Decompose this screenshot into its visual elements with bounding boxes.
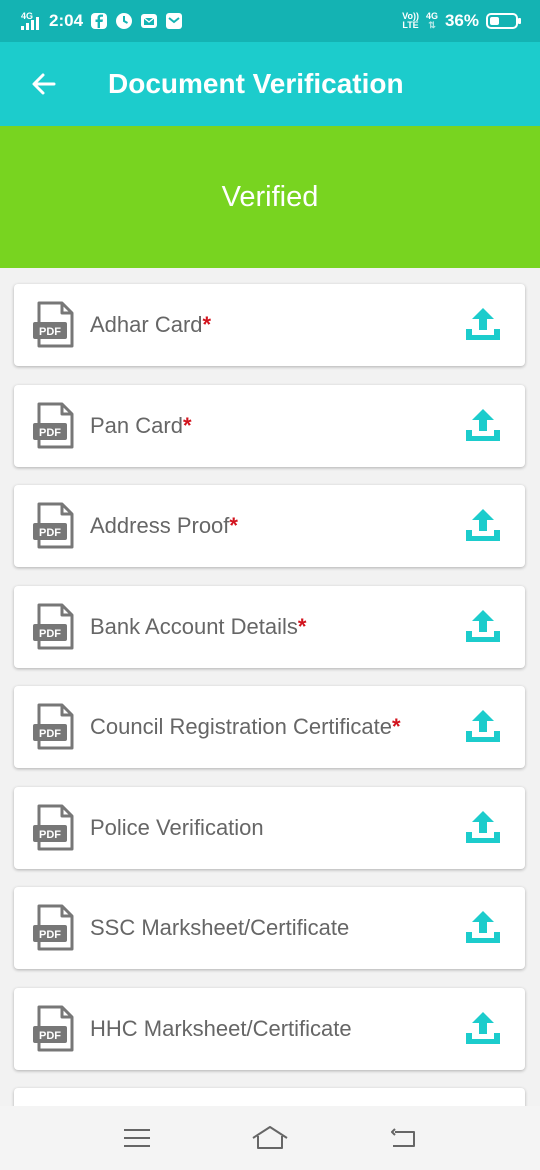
pdf-badge-label: PDF bbox=[39, 1030, 61, 1042]
app-bar: Document Verification bbox=[0, 42, 540, 126]
document-name: Council Registration Certificate bbox=[90, 714, 393, 739]
document-name: Address Proof bbox=[90, 513, 230, 538]
required-marker: * bbox=[202, 312, 212, 337]
required-marker: * bbox=[182, 412, 192, 438]
document-label: SSC Marksheet/Certificate bbox=[90, 915, 461, 941]
document-name: SSC Marksheet/Certificate bbox=[90, 915, 350, 940]
back-nav-button[interactable] bbox=[373, 1113, 433, 1163]
battery-percent: 36% bbox=[444, 11, 479, 30]
pdf-badge-label: PDF bbox=[39, 929, 61, 941]
pdf-badge-label: PDF bbox=[39, 628, 61, 640]
required-marker: * bbox=[392, 714, 401, 739]
data-arrows-icon: ⇅ bbox=[428, 20, 436, 30]
menu-icon bbox=[123, 1129, 150, 1147]
upload-button[interactable] bbox=[461, 806, 505, 850]
upload-icon bbox=[466, 911, 500, 943]
pdf-badge-label: PDF bbox=[39, 728, 61, 740]
upload-button[interactable] bbox=[461, 705, 505, 749]
upload-button[interactable] bbox=[461, 1007, 505, 1051]
upload-icon bbox=[466, 710, 500, 742]
arrow-left-icon bbox=[32, 73, 56, 95]
document-name: Pan Card bbox=[90, 412, 183, 438]
home-button[interactable] bbox=[240, 1113, 300, 1163]
clock-icon bbox=[115, 12, 133, 30]
upload-icon bbox=[466, 509, 500, 541]
required-marker: * bbox=[229, 513, 238, 538]
status-right: Vo)) LTE 4G ⇅ 36% bbox=[402, 11, 522, 31]
document-card[interactable]: PDF Address Proof* bbox=[14, 485, 525, 567]
document-list: PDF Adhar Card* PDF Pan Card* PDF Address Pro… bbox=[0, 268, 540, 1106]
upload-icon bbox=[466, 408, 500, 441]
document-label: Adhar Card* bbox=[90, 312, 461, 338]
pdf-file-icon: PDF bbox=[33, 502, 74, 549]
back-button[interactable] bbox=[14, 54, 74, 114]
volte-icon: Vo)) LTE bbox=[402, 12, 419, 30]
upload-button[interactable] bbox=[461, 303, 505, 347]
document-card[interactable]: PDF Council Registration Certificate* bbox=[14, 686, 525, 768]
signal-icon: 4G bbox=[20, 10, 42, 32]
upload-button[interactable] bbox=[461, 504, 505, 548]
document-card[interactable]: PDF HHC Marksheet/Certificate bbox=[14, 987, 525, 1070]
document-name: Bank Account Details bbox=[90, 613, 298, 639]
pdf-file-icon: PDF bbox=[33, 804, 74, 850]
pdf-badge-label: PDF bbox=[39, 326, 61, 338]
document-label: Pan Card* bbox=[90, 413, 461, 439]
pdf-file-icon: PDF bbox=[33, 1005, 74, 1051]
document-card[interactable]: PDF SSC Marksheet/Certificate bbox=[14, 887, 525, 969]
document-card[interactable]: PDF Pan Card* bbox=[14, 384, 525, 467]
pdf-badge-label: PDF bbox=[39, 427, 61, 439]
battery-icon bbox=[486, 12, 522, 30]
document-name: Police Verification bbox=[90, 814, 264, 840]
required-marker: * bbox=[297, 613, 307, 639]
home-icon bbox=[252, 1126, 288, 1149]
status-left: 4G 2:04 bbox=[20, 10, 183, 32]
pdf-file-icon: PDF bbox=[33, 603, 74, 649]
upload-icon bbox=[466, 609, 500, 642]
document-card[interactable]: PDF Adhar Card* bbox=[14, 284, 525, 366]
verification-status-banner: Verified bbox=[0, 126, 540, 268]
status-bar: 4G 2:04 Vo)) LTE 4G ⇅ 36% bbox=[0, 0, 540, 42]
network-type-label: 4G bbox=[21, 11, 33, 21]
document-name: HHC Marksheet/Certificate bbox=[90, 1015, 352, 1041]
back-icon bbox=[391, 1128, 416, 1147]
mobile-data-icon: 4G ⇅ bbox=[426, 12, 438, 30]
upload-button[interactable] bbox=[461, 906, 505, 950]
upload-icon bbox=[466, 1011, 500, 1044]
document-label: Bank Account Details* bbox=[90, 614, 461, 640]
upload-button[interactable] bbox=[461, 404, 505, 448]
document-card[interactable]: PDF Bank Account Details* bbox=[14, 585, 525, 668]
menu-button[interactable] bbox=[107, 1113, 167, 1163]
system-nav-bar bbox=[0, 1106, 540, 1170]
document-label: Police Verification bbox=[90, 815, 461, 841]
mail-app-icon bbox=[140, 12, 158, 30]
pdf-badge-label: PDF bbox=[39, 829, 61, 841]
status-time: 2:04 bbox=[49, 11, 84, 30]
document-card[interactable]: PDF Police Verification bbox=[14, 786, 525, 869]
pdf-file-icon: PDF bbox=[33, 402, 74, 448]
verification-status-text: Verified bbox=[221, 180, 319, 213]
pdf-file-icon: PDF bbox=[33, 904, 74, 951]
page-title: Document Verification bbox=[108, 68, 404, 99]
document-label: HHC Marksheet/Certificate bbox=[90, 1016, 461, 1042]
pdf-badge-label: PDF bbox=[39, 527, 61, 539]
lte-label: LTE bbox=[402, 20, 419, 30]
document-card-partial[interactable] bbox=[14, 1088, 525, 1106]
document-label: Council Registration Certificate* bbox=[90, 714, 461, 740]
upload-icon bbox=[466, 810, 500, 843]
pdf-file-icon: PDF bbox=[33, 301, 74, 348]
upload-icon bbox=[466, 308, 500, 340]
pdf-file-icon: PDF bbox=[33, 703, 74, 750]
inbox-icon bbox=[165, 12, 183, 30]
upload-button[interactable] bbox=[461, 605, 505, 649]
facebook-icon bbox=[90, 12, 108, 30]
document-name: Adhar Card bbox=[90, 312, 203, 337]
document-label: Address Proof* bbox=[90, 513, 461, 539]
